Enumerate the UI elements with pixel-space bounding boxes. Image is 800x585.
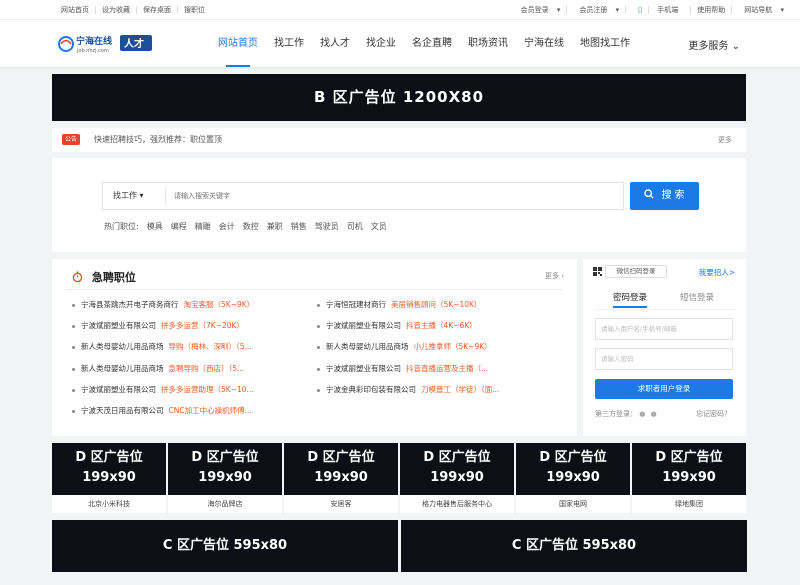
wechat-qr-tip: 微信扫码登录 [605, 265, 667, 278]
ad-caption: 国家电网 [559, 500, 587, 508]
qq-icon[interactable]: ● [639, 410, 645, 418]
hot-keyword[interactable]: 销售 [291, 221, 307, 232]
search-input[interactable] [165, 188, 585, 204]
username-field[interactable]: 请输入用户名/手机号/邮箱 [595, 318, 733, 340]
hot-keywords: 热门职位: 模具 编程 精雕 会计 数控 兼职 销售 驾驶员 司机 文员 [104, 221, 387, 232]
tab-sms-login[interactable]: 短信登录 [680, 291, 714, 303]
ad-slot-d[interactable]: D 区广告位 199x90 安居客 [284, 443, 398, 513]
job-item[interactable]: 新人类母婴幼儿用品商场 小儿推拿师（5K~9K） [317, 341, 557, 352]
search-panel: 找工作 ▾ 搜 索 热门职位: 模具 编程 精雕 会计 数控 兼职 销售 驾驶员… [52, 158, 746, 252]
job-item[interactable]: 宁波斌丽塑业有限公司 抖音主播（4K~6K） [317, 320, 557, 331]
ad-caption: 海尔品牌店 [207, 500, 243, 508]
topbar-favorite-link[interactable]: 设为收藏 [96, 6, 137, 14]
jobs-more-link[interactable]: 更多 › [545, 271, 564, 281]
logo-graphic: 宁海在线 job.nhzj.com 人才 [58, 35, 152, 54]
wechat-icon[interactable]: ● [651, 410, 657, 418]
login-tabs: 密码登录 短信登录 [595, 291, 735, 308]
topbar-mobile-link[interactable]: ▯ 手机端 [626, 6, 692, 14]
job-item[interactable]: 宁波金典彩印包装有限公司 刀模普工（学徒）（面... [317, 384, 557, 395]
ad-slot-d[interactable]: D 区广告位 199x90 国家电网 [516, 443, 630, 513]
notice-more-link[interactable]: 更多 [718, 128, 732, 152]
qrcode-icon[interactable] [593, 267, 602, 276]
topbar-site-nav[interactable]: 网站导航 ▾ [732, 6, 790, 14]
notice-text[interactable]: 快速招聘技巧，强烈推荐：职位置顶 [94, 128, 222, 152]
hot-keyword[interactable]: 模具 [147, 221, 163, 232]
job-item[interactable]: 宁波斌丽塑业有限公司 抖音直播运营及主播（... [317, 363, 557, 374]
main-nav: 网站首页 找工作 找人才 找企业 名企直聘 职场资讯 宁海在线 地图找工作 [210, 20, 638, 67]
hot-keyword[interactable]: 精雕 [195, 221, 211, 232]
job-item[interactable]: 宁波斌丽塑业有限公司 拼多多运营助理（5K~10... [72, 384, 312, 395]
tab-password-login[interactable]: 密码登录 [613, 291, 648, 308]
hot-keyword[interactable]: 会计 [219, 221, 235, 232]
job-item[interactable]: 新人类母婴幼儿用品商场 导购（梅林、深甽）（5... [72, 341, 312, 352]
login-panel: 微信扫码登录 我要招人> 密码登录 短信登录 请输入用户名/手机号/邮箱 请输入… [583, 259, 746, 436]
nav-map-job[interactable]: 地图找工作 [572, 20, 638, 67]
job-item[interactable]: 宁海恒冠建材商行 美居销售顾问（5K~10K） [317, 299, 557, 310]
notice-bar: 公告 快速招聘技巧，强烈推荐：职位置顶 更多 [52, 128, 746, 152]
forgot-password-link[interactable]: 忘记密码？ [696, 409, 731, 419]
more-services-menu[interactable]: 更多服务 ⌄ [688, 37, 740, 52]
logo-sub-text: job.nhzj.com [76, 48, 109, 54]
ad-slot-d[interactable]: D 区广告位 199x90 绿地集团 [632, 443, 746, 513]
nav-find-talent[interactable]: 找人才 [312, 20, 358, 67]
hot-label: 热门职位: [104, 222, 139, 231]
topbar-member-login[interactable]: 会员登录 ▾ [509, 6, 568, 14]
topbar-home-link[interactable]: 网站首页 [55, 6, 96, 14]
ad-slot-d[interactable]: D 区广告位 199x90 北京小米科技 [52, 443, 166, 513]
hot-keyword[interactable]: 驾驶员 [315, 221, 339, 232]
job-item[interactable]: 新人类母婴幼儿用品商场 急聘导购（西店）（5... [72, 363, 312, 374]
hot-keyword[interactable]: 司机 [347, 221, 363, 232]
search-category-select[interactable]: 找工作 ▾ [113, 183, 144, 209]
job-item[interactable]: 宁波斌丽塑业有限公司 拼多多运营（7K~20K） [72, 320, 312, 331]
password-field[interactable]: 请输入密码 [595, 348, 733, 370]
header: 宁海在线 job.nhzj.com 人才 网站首页 找工作 找人才 找企业 名企… [0, 20, 800, 67]
hot-keyword[interactable]: 数控 [243, 221, 259, 232]
nav-career-news[interactable]: 职场资讯 [460, 20, 516, 67]
ad-banner-c-left[interactable]: C 区广告位 595x80 [52, 520, 398, 572]
logo-tag-text: 人才 [124, 37, 144, 50]
caret-down-icon: ▾ [139, 191, 144, 200]
topbar-desktop-link[interactable]: 保存桌面 [137, 6, 178, 14]
ad-caption: 安居客 [330, 500, 352, 508]
nav-find-company[interactable]: 找企业 [358, 20, 404, 67]
recruit-link[interactable]: 我要招人> [699, 267, 735, 278]
phone-icon: ▯ [632, 6, 650, 14]
nav-ninghai-online[interactable]: 宁海在线 [516, 20, 572, 67]
divider [66, 289, 563, 290]
nav-home[interactable]: 网站首页 [210, 20, 266, 67]
hot-keyword[interactable]: 文员 [371, 221, 387, 232]
urgent-jobs-panel: 急聘职位 更多 › 宁海县茶跳杰开电子商务商行 淘宝客服（5K~9K） 宁波斌丽塑… [52, 259, 577, 436]
job-item[interactable]: 宁波天茂日用品有限公司 CNC加工中心操机师傅... [72, 405, 312, 416]
hot-keyword[interactable]: 兼职 [267, 221, 283, 232]
notice-tag: 公告 [62, 134, 81, 145]
third-party-login: 第三方登录： ● ● [595, 410, 657, 418]
logo-main-text: 宁海在线 [76, 35, 112, 47]
search-button[interactable]: 搜 索 [630, 182, 699, 210]
search-box: 找工作 ▾ [102, 182, 624, 210]
nav-find-job[interactable]: 找工作 [266, 20, 312, 67]
ad-caption: 绿地集团 [675, 500, 703, 508]
divider [595, 309, 735, 310]
ad-banner-c-right[interactable]: C 区广告位 595x80 [401, 520, 747, 572]
job-item[interactable]: 宁海县茶跳杰开电子商务商行 淘宝客服（5K~9K） [72, 299, 312, 310]
ad-slot-d[interactable]: D 区广告位 199x90 格力电器售后服务中心 [400, 443, 514, 513]
chevron-down-icon: ⌄ [731, 41, 740, 52]
nav-famous-companies[interactable]: 名企直聘 [404, 20, 460, 67]
topbar-member-register[interactable]: 会员注册 ▾ [567, 6, 627, 14]
hot-keyword[interactable]: 编程 [171, 221, 187, 232]
ad-row-d: D 区广告位 199x90 北京小米科技 D 区广告位 199x90 海尔品牌店 D 区… [52, 443, 746, 513]
stopwatch-icon [72, 271, 92, 284]
search-icon [644, 189, 657, 201]
topbar-search-jobs-link[interactable]: 搜职位 [178, 6, 211, 14]
site-logo[interactable]: 宁海在线 job.nhzj.com 人才 [57, 33, 153, 55]
ad-caption: 北京小米科技 [88, 500, 130, 508]
jobseeker-login-button[interactable]: 求职者用户登录 [595, 379, 733, 399]
topbar-help-link[interactable]: 使用帮助 [691, 6, 733, 14]
urgent-jobs-title: 急聘职位 [72, 269, 136, 285]
ad-slot-d[interactable]: D 区广告位 199x90 海尔品牌店 [168, 443, 282, 513]
ad-banner-b[interactable]: B 区广告位 1200X80 [52, 74, 746, 121]
ad-caption: 格力电器售后服务中心 [422, 500, 492, 508]
top-bar: 网站首页 设为收藏 保存桌面 搜职位 会员登录 ▾ 会员注册 ▾ ▯ 手机端 使… [0, 0, 800, 20]
